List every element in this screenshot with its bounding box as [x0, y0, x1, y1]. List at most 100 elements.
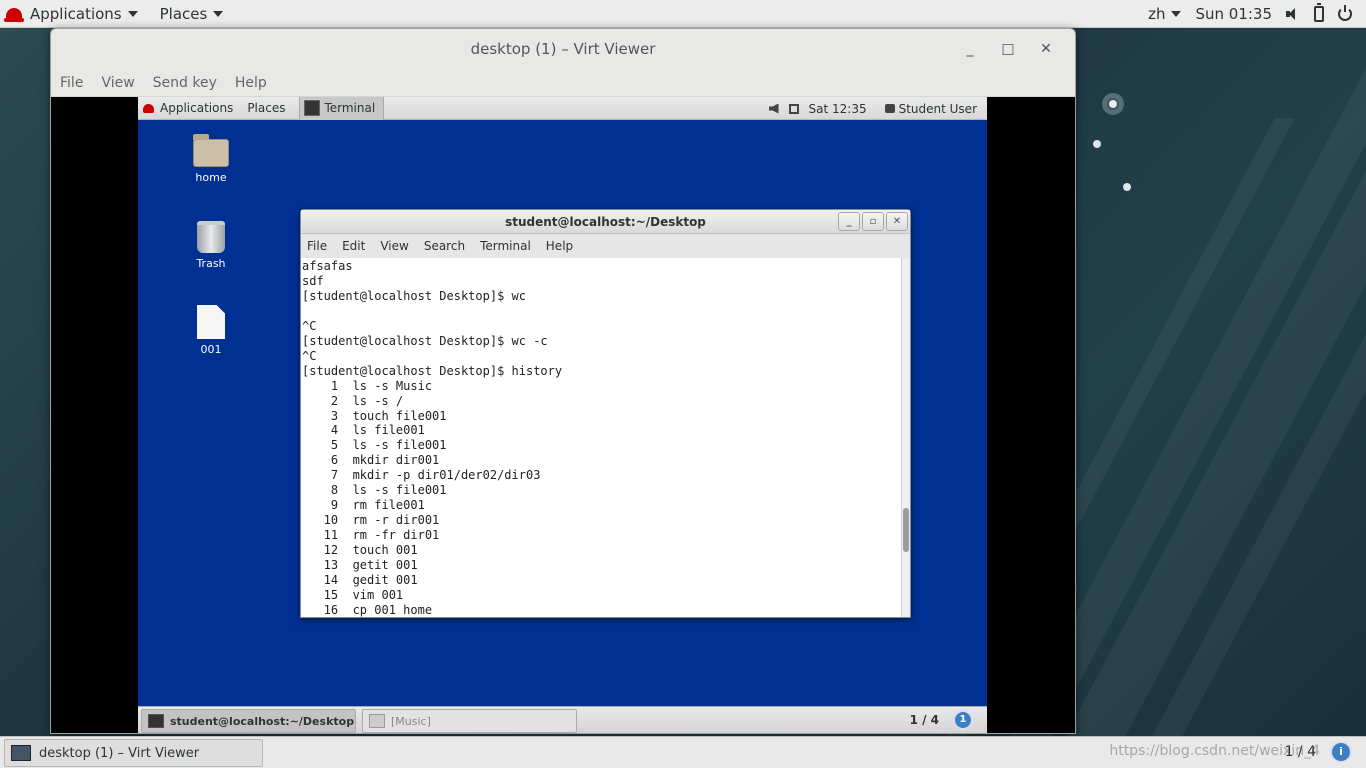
file-icon	[197, 305, 225, 339]
decor-dot	[1123, 183, 1131, 191]
host-workspace-switcher[interactable]: 1 / 4 i	[1285, 741, 1352, 763]
trash-icon	[197, 221, 225, 253]
vm-display[interactable]: Applications Places Terminal Sat 12:35 S…	[51, 97, 1075, 733]
guest-task-label: [Music]	[391, 714, 431, 728]
workspace-label: 1 / 4	[1284, 744, 1316, 760]
terminal-line: 1 ls -s Music	[302, 378, 433, 393]
desktop-icon-file[interactable]: 001	[176, 305, 246, 356]
terminal-line: sdf	[302, 273, 324, 288]
terminal-icon	[304, 100, 321, 116]
terminal-line: 15 vim 001	[302, 587, 404, 602]
terminal-scrollbar[interactable]	[901, 258, 910, 617]
terminal-close-button[interactable]: ✕	[886, 212, 908, 231]
user-icon	[884, 104, 895, 113]
terminal-menu-search[interactable]: Search	[424, 239, 465, 253]
folder-icon	[193, 134, 229, 167]
folder-icon	[369, 714, 385, 728]
guest-bottom-panel: student@localhost:~/Desktop [Music] 1 / …	[138, 706, 987, 733]
desktop-icon-label: 001	[200, 343, 222, 356]
terminal-icon	[148, 714, 164, 728]
language-selector[interactable]: zh	[1148, 5, 1182, 23]
menu-help[interactable]: Help	[235, 75, 267, 91]
terminal-line: 7 mkdir -p dir01/der02/dir03	[302, 468, 541, 483]
guest-terminal-label: Terminal	[324, 101, 376, 115]
guest-applications-menu[interactable]: Applications	[160, 101, 233, 115]
terminal-window: student@localhost:~/Desktop _ ▫ ✕ File E…	[300, 209, 911, 618]
terminal-line: 4 ls file001	[302, 423, 425, 438]
maximize-button[interactable]: □	[989, 29, 1027, 69]
terminal-line: ^C	[302, 348, 317, 363]
guest-clock[interactable]: Sat 12:35	[809, 102, 867, 116]
workspace-label: 1 / 4	[909, 713, 939, 727]
terminal-line: 5 ls -s file001	[302, 438, 447, 453]
terminal-line: 16 cp 001 home	[302, 602, 433, 617]
terminal-line: [student@localhost Desktop]$ wc	[302, 288, 526, 303]
host-task-virt-viewer[interactable]: desktop (1) – Virt Viewer	[4, 739, 263, 767]
guest-task-terminal[interactable]: student@localhost:~/Desktop	[141, 709, 356, 733]
host-applications-menu[interactable]: Applications	[0, 5, 138, 23]
guest-terminal-launcher[interactable]: Terminal	[299, 97, 385, 120]
host-task-label: desktop (1) – Virt Viewer	[39, 745, 200, 761]
host-places-menu[interactable]: Places	[160, 5, 224, 23]
terminal-line: 13 getit 001	[302, 558, 418, 573]
menu-view[interactable]: View	[101, 75, 134, 91]
terminal-menu-help[interactable]: Help	[546, 239, 573, 253]
terminal-line: 9 rm file001	[302, 498, 425, 513]
terminal-menu-view[interactable]: View	[380, 239, 408, 253]
guest-user-menu[interactable]: Student User	[899, 102, 977, 116]
chevron-down-icon	[213, 10, 224, 17]
chevron-down-icon	[127, 10, 138, 17]
host-top-panel: Applications Places zh Sun 01:35	[0, 0, 1366, 28]
terminal-line: [student@localhost Desktop]$ history	[302, 363, 563, 378]
notification-icon[interactable]: i	[1330, 741, 1352, 763]
terminal-line: afsafas	[302, 259, 353, 273]
host-clock[interactable]: Sun 01:35	[1195, 5, 1272, 23]
network-icon[interactable]	[788, 103, 799, 114]
guest-screen[interactable]: Applications Places Terminal Sat 12:35 S…	[138, 97, 987, 733]
volume-icon[interactable]	[768, 103, 779, 114]
desktop-icon-label: Trash	[196, 257, 226, 270]
redhat-logo-icon	[143, 103, 154, 113]
terminal-line: 11 rm -fr dir01	[302, 528, 440, 543]
guest-task-music[interactable]: [Music]	[362, 709, 577, 733]
close-button[interactable]: ✕	[1027, 29, 1065, 69]
volume-icon[interactable]	[1286, 7, 1300, 21]
terminal-minimize-button[interactable]: _	[838, 212, 860, 231]
chevron-down-icon	[1171, 11, 1182, 17]
terminal-line: 10 rm -r dir001	[302, 513, 440, 528]
guest-task-label: student@localhost:~/Desktop	[170, 714, 355, 728]
terminal-line: 3 touch file001	[302, 408, 447, 423]
host-applications-label: Applications	[30, 4, 122, 23]
guest-places-menu[interactable]: Places	[247, 101, 285, 115]
decor-dot	[1093, 140, 1101, 148]
terminal-menu-edit[interactable]: Edit	[342, 239, 365, 253]
terminal-maximize-button[interactable]: ▫	[862, 212, 884, 231]
terminal-menu-terminal[interactable]: Terminal	[480, 239, 531, 253]
terminal-titlebar[interactable]: student@localhost:~/Desktop _ ▫ ✕	[301, 210, 910, 234]
desktop-icon-home[interactable]: home	[176, 134, 246, 184]
minimize-button[interactable]: _	[951, 29, 989, 69]
redhat-logo-icon	[4, 7, 24, 22]
menu-send-key[interactable]: Send key	[153, 75, 217, 91]
host-bottom-panel: desktop (1) – Virt Viewer https://blog.c…	[0, 736, 1366, 768]
guest-top-panel: Applications Places Terminal Sat 12:35 S…	[138, 97, 987, 120]
power-icon[interactable]	[1338, 5, 1352, 21]
menu-file[interactable]: File	[60, 75, 83, 91]
guest-workspace-switcher[interactable]: 1 / 4 1	[910, 710, 973, 730]
terminal-line: 8 ls -s file001	[302, 483, 447, 498]
terminal-line: 12 touch 001	[302, 543, 418, 558]
notification-badge[interactable]: 1	[953, 710, 973, 730]
virt-viewer-menubar: File View Send key Help	[51, 69, 1075, 97]
terminal-menu-file[interactable]: File	[307, 239, 327, 253]
virt-viewer-titlebar[interactable]: desktop (1) – Virt Viewer _ □ ✕	[51, 29, 1075, 69]
scrollbar-thumb[interactable]	[903, 508, 909, 552]
battery-icon[interactable]	[1314, 3, 1324, 22]
language-label: zh	[1148, 5, 1166, 23]
terminal-output[interactable]: afsafas sdf [student@localhost Desktop]$ w…	[301, 258, 901, 617]
desktop-icon-trash[interactable]: Trash	[176, 221, 246, 270]
host-places-label: Places	[159, 4, 208, 23]
terminal-line: 2 ls -s /	[302, 393, 404, 408]
desktop-icon-label: home	[195, 171, 227, 184]
monitor-icon	[11, 745, 31, 761]
